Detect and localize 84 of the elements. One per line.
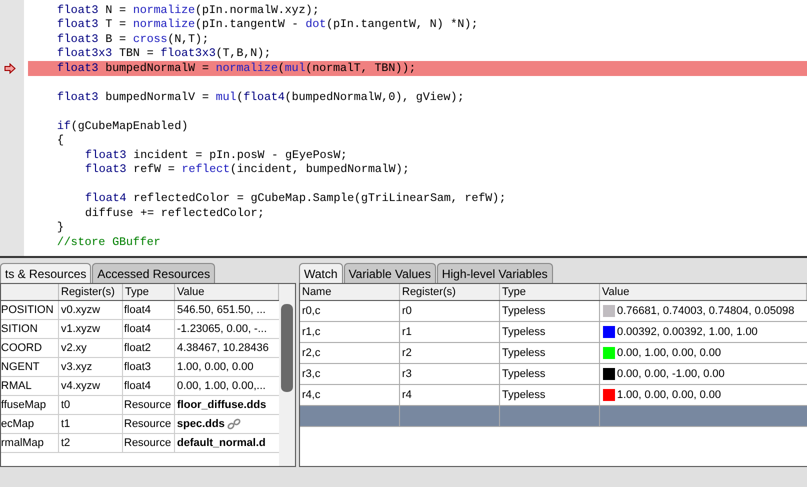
table-cell-text: floor_diffuse.dds xyxy=(177,398,266,413)
chain-link-icon xyxy=(226,418,241,430)
table-cell-text: float4 xyxy=(124,302,151,318)
table-cell-text: r0,c xyxy=(302,304,320,319)
table-cell-text: r4,c xyxy=(302,388,320,403)
table-cell-text: Typeless xyxy=(502,304,546,319)
watch-row[interactable]: r1,c r1 Typeless 0.00392, 0.00392, 1.00, 1.00 xyxy=(300,322,807,343)
table-cell-text: Typeless xyxy=(502,346,546,361)
table-cell-text: 4.38467, 10.28436 xyxy=(177,340,269,356)
code-line: { xyxy=(57,133,64,150)
table-cell-text: r3 xyxy=(402,366,412,382)
code-line: float3 B = cross(N,T); xyxy=(57,32,209,48)
watch-row[interactable]: r4,c r4 Typeless 1.00, 0.00, 0.00, 0.00 xyxy=(300,385,807,406)
code-line: float3 T = normalize(pIn.tangentW - dot(pIn.tangentW, N) *N); xyxy=(57,17,478,34)
column-header[interactable]: Register(s) xyxy=(59,284,123,300)
table-cell-text: t0 xyxy=(61,398,70,413)
watch-row[interactable]: r2,c r2 Typeless 0.00, 1.00, 0.00, 0.00 xyxy=(300,343,807,364)
table-cell-text: float2 xyxy=(124,340,151,356)
panel-tab[interactable]: Variable Values xyxy=(344,263,436,283)
table-cell-text: 0.76681, 0.74003, 0.74804, 0.05098 xyxy=(617,304,794,319)
code-line: float3 bumpedNormalW = normalize(mul(normalT, TBN)); xyxy=(57,60,416,77)
table-cell-text: 0.00, 1.00, 0.00, 0.00 xyxy=(617,346,721,361)
panel-tab[interactable]: Watch xyxy=(299,263,343,283)
table-cell-text: COORD xyxy=(1,340,42,356)
column-header[interactable]: Type xyxy=(123,284,175,300)
scrollbar[interactable] xyxy=(279,284,295,466)
table-cell-text: 546.50, 651.50, ... xyxy=(177,302,266,318)
watch-row[interactable]: r3,c r3 Typeless 0.00, 0.00, -1.00, 0.00 xyxy=(300,364,807,385)
table-cell-text: NGENT xyxy=(1,360,40,375)
table-cell-text: 0.00392, 0.00392, 1.00, 1.00 xyxy=(617,324,758,340)
code-line: float3 bumpedNormalV = mul(float4(bumpedNormalW,0), gView); xyxy=(57,90,464,106)
table-cell-text: Typeless xyxy=(502,324,546,340)
table-cell-text: float4 xyxy=(124,322,151,337)
column-header[interactable]: Name xyxy=(300,284,400,300)
table-cell-text: Resource xyxy=(124,398,172,413)
table-cell-text: v1.xyzw xyxy=(61,322,100,337)
panel-tab[interactable]: ts & Resources xyxy=(0,263,92,283)
table-cell-text: v0.xyzw xyxy=(61,302,100,318)
table-cell-text: Resource xyxy=(124,436,172,451)
code-line: } xyxy=(57,220,64,236)
code-line: float3 N = normalize(pIn.normalW.xyz); xyxy=(57,2,320,18)
table-cell-text: r0 xyxy=(402,304,412,319)
table-cell-text: spec.dds xyxy=(177,416,225,432)
table-cell-text: r1,c xyxy=(302,324,320,340)
table-cell-text: ecMap xyxy=(1,416,34,432)
table-cell-text: POSITION xyxy=(1,302,54,318)
table-cell-text: v4.xyzw xyxy=(61,378,100,394)
table-cell-text: t2 xyxy=(61,436,70,451)
table-cell-text: r4 xyxy=(402,388,412,403)
code-line: diffuse += reflectedColor; xyxy=(85,206,264,222)
code-line: float4 reflectedColor = gCubeMap.Sample(gTriLinearSam, refW); xyxy=(85,191,506,208)
table-cell-text: 0.00, 1.00, 0.00,... xyxy=(177,378,266,394)
table-cell-text: r2 xyxy=(402,346,412,361)
code-line: //store GBuffer xyxy=(57,234,161,251)
code-line: float3x3 TBN = float3x3(T,B,N); xyxy=(57,46,271,62)
table-cell-text: default_normal.d xyxy=(177,436,266,451)
table-cell-text: -1.23065, 0.00, -... xyxy=(177,322,267,337)
table-cell-text: float3 xyxy=(124,360,151,375)
table-cell-text: v2.xy xyxy=(61,340,87,356)
table-cell-text: Typeless xyxy=(502,366,546,382)
code-line: float3 incident = pIn.posW - gEyePosW; xyxy=(85,148,348,164)
code-line: float3 refW = reflect(incident, bumpedNormalW); xyxy=(85,162,410,178)
table-cell-text: ffuseMap xyxy=(1,398,46,413)
table-cell-text: Typeless xyxy=(502,388,546,403)
column-header[interactable]: Value xyxy=(600,284,807,300)
table-cell-text: 0.00, 0.00, -1.00, 0.00 xyxy=(617,366,725,382)
panel-tab[interactable]: Accessed Resources xyxy=(92,263,216,283)
table-cell-text: v3.xyz xyxy=(61,360,92,375)
table-cell-text: SITION xyxy=(1,322,38,337)
table-cell-text: r1 xyxy=(402,324,412,340)
table-cell-text: r3,c xyxy=(302,366,320,382)
table-cell-text: rmalMap xyxy=(1,436,44,451)
table-cell-text: r2,c xyxy=(302,346,320,361)
watch-row[interactable]: r0,c r0 Typeless 0.76681, 0.74003, 0.74804, 0.05098 xyxy=(300,301,807,322)
table-cell-text: float4 xyxy=(124,378,151,394)
table-cell-text: t1 xyxy=(61,416,70,432)
panel-tab[interactable]: High-level Variables xyxy=(436,263,553,283)
column-header[interactable]: Type xyxy=(500,284,600,300)
table-cell-text: Resource xyxy=(124,416,172,432)
column-header[interactable]: Register(s) xyxy=(400,284,500,300)
table-cell-text: RMAL xyxy=(1,378,32,394)
table-cell-text: 1.00, 0.00, 0.00 xyxy=(177,360,254,375)
code-line: if(gCubeMapEnabled) xyxy=(57,118,188,134)
table-cell-text: 1.00, 0.00, 0.00, 0.00 xyxy=(617,388,721,403)
